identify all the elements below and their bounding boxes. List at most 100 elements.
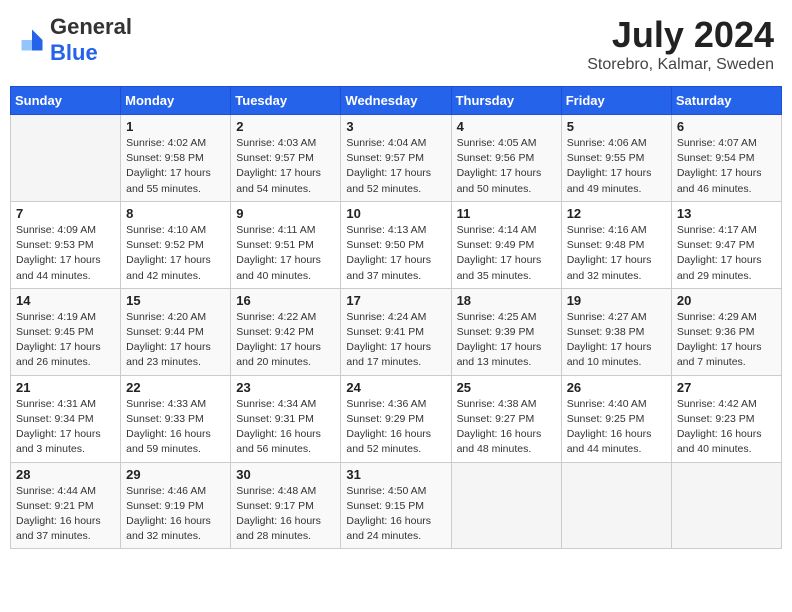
day-info: Sunrise: 4:29 AM Sunset: 9:36 PM Dayligh… [677, 310, 776, 371]
day-number: 24 [346, 380, 445, 395]
day-info: Sunrise: 4:05 AM Sunset: 9:56 PM Dayligh… [457, 136, 556, 197]
day-number: 7 [16, 206, 115, 221]
day-info: Sunrise: 4:04 AM Sunset: 9:57 PM Dayligh… [346, 136, 445, 197]
day-number: 30 [236, 467, 335, 482]
calendar-cell: 25Sunrise: 4:38 AM Sunset: 9:27 PM Dayli… [451, 375, 561, 462]
calendar-week-row: 14Sunrise: 4:19 AM Sunset: 9:45 PM Dayli… [11, 288, 782, 375]
calendar-cell: 15 Sunrise: 4:20 AM Sunset: 9:44 PM Dayli… [121, 288, 231, 375]
header-day-friday: Friday [561, 87, 671, 115]
day-info: Sunrise: 4:02 AM Sunset: 9:58 PM Dayligh… [126, 136, 225, 197]
day-info: Sunrise: 4:13 AM Sunset: 9:50 PM Dayligh… [346, 223, 445, 284]
day-number: 8 [126, 206, 225, 221]
day-info: Sunrise: 4:11 AM Sunset: 9:51 PM Dayligh… [236, 223, 335, 284]
calendar-cell: 2 Sunrise: 4:03 AM Sunset: 9:57 PM Daylig… [231, 115, 341, 202]
day-info: Sunrise: 4:44 AM Sunset: 9:21 PM Dayligh… [16, 484, 115, 545]
day-info: Sunrise: 4:07 AM Sunset: 9:54 PM Dayligh… [677, 136, 776, 197]
header-day-monday: Monday [121, 87, 231, 115]
calendar-cell [561, 462, 671, 549]
day-number: 3 [346, 119, 445, 134]
calendar-week-row: 7 Sunrise: 4:09 AM Sunset: 9:53 PM Daylig… [11, 201, 782, 288]
day-number: 2 [236, 119, 335, 134]
day-number: 13 [677, 206, 776, 221]
calendar-cell: 11 Sunrise: 4:14 AM Sunset: 9:49 PM Dayli… [451, 201, 561, 288]
day-number: 4 [457, 119, 556, 134]
calendar-cell: 21 Sunrise: 4:31 AM Sunset: 9:34 PM Dayli… [11, 375, 121, 462]
day-number: 5 [567, 119, 666, 134]
calendar-cell: 20Sunrise: 4:29 AM Sunset: 9:36 PM Dayli… [671, 288, 781, 375]
day-info: Sunrise: 4:09 AM Sunset: 9:53 PM Dayligh… [16, 223, 115, 284]
calendar-cell: 1Sunrise: 4:02 AM Sunset: 9:58 PM Daylig… [121, 115, 231, 202]
day-number: 21 [16, 380, 115, 395]
calendar-cell: 16 Sunrise: 4:22 AM Sunset: 9:42 PM Dayli… [231, 288, 341, 375]
day-info: Sunrise: 4:19 AM Sunset: 9:45 PM Dayligh… [16, 310, 115, 371]
header-day-tuesday: Tuesday [231, 87, 341, 115]
day-number: 15 [126, 293, 225, 308]
calendar-cell: 13 Sunrise: 4:17 AM Sunset: 9:47 PM Dayli… [671, 201, 781, 288]
day-number: 12 [567, 206, 666, 221]
day-info: Sunrise: 4:25 AM Sunset: 9:39 PM Dayligh… [457, 310, 556, 371]
day-info: Sunrise: 4:10 AM Sunset: 9:52 PM Dayligh… [126, 223, 225, 284]
day-number: 26 [567, 380, 666, 395]
calendar-cell: 30 Sunrise: 4:48 AM Sunset: 9:17 PM Dayli… [231, 462, 341, 549]
calendar-cell [451, 462, 561, 549]
calendar-cell: 29Sunrise: 4:46 AM Sunset: 9:19 PM Dayli… [121, 462, 231, 549]
calendar-cell: 19Sunrise: 4:27 AM Sunset: 9:38 PM Dayli… [561, 288, 671, 375]
header-day-sunday: Sunday [11, 87, 121, 115]
header: General Blue July 2024 Storebro, Kalmar,… [10, 10, 782, 78]
day-info: Sunrise: 4:27 AM Sunset: 9:38 PM Dayligh… [567, 310, 666, 371]
day-number: 18 [457, 293, 556, 308]
day-info: Sunrise: 4:31 AM Sunset: 9:34 PM Dayligh… [16, 397, 115, 458]
day-number: 6 [677, 119, 776, 134]
logo-general-text: General [50, 14, 132, 39]
day-info: Sunrise: 4:48 AM Sunset: 9:17 PM Dayligh… [236, 484, 335, 545]
day-number: 28 [16, 467, 115, 482]
calendar-cell [671, 462, 781, 549]
day-number: 31 [346, 467, 445, 482]
day-info: Sunrise: 4:14 AM Sunset: 9:49 PM Dayligh… [457, 223, 556, 284]
day-info: Sunrise: 4:03 AM Sunset: 9:57 PM Dayligh… [236, 136, 335, 197]
calendar-cell: 12 Sunrise: 4:16 AM Sunset: 9:48 PM Dayli… [561, 201, 671, 288]
calendar-cell: 28 Sunrise: 4:44 AM Sunset: 9:21 PM Dayli… [11, 462, 121, 549]
day-info: Sunrise: 4:33 AM Sunset: 9:33 PM Dayligh… [126, 397, 225, 458]
logo-icon [18, 26, 46, 54]
calendar-week-row: 28 Sunrise: 4:44 AM Sunset: 9:21 PM Dayli… [11, 462, 782, 549]
day-number: 22 [126, 380, 225, 395]
main-title: July 2024 [587, 14, 774, 56]
calendar-cell: 5Sunrise: 4:06 AM Sunset: 9:55 PM Daylig… [561, 115, 671, 202]
day-info: Sunrise: 4:24 AM Sunset: 9:41 PM Dayligh… [346, 310, 445, 371]
calendar-cell: 17 Sunrise: 4:24 AM Sunset: 9:41 PM Dayli… [341, 288, 451, 375]
day-number: 9 [236, 206, 335, 221]
header-day-saturday: Saturday [671, 87, 781, 115]
day-info: Sunrise: 4:50 AM Sunset: 9:15 PM Dayligh… [346, 484, 445, 545]
calendar-cell: 9 Sunrise: 4:11 AM Sunset: 9:51 PM Daylig… [231, 201, 341, 288]
day-number: 11 [457, 206, 556, 221]
day-info: Sunrise: 4:17 AM Sunset: 9:47 PM Dayligh… [677, 223, 776, 284]
day-info: Sunrise: 4:36 AM Sunset: 9:29 PM Dayligh… [346, 397, 445, 458]
day-number: 27 [677, 380, 776, 395]
calendar-cell: 31 Sunrise: 4:50 AM Sunset: 9:15 PM Dayli… [341, 462, 451, 549]
day-info: Sunrise: 4:16 AM Sunset: 9:48 PM Dayligh… [567, 223, 666, 284]
day-number: 17 [346, 293, 445, 308]
calendar-cell: 10 Sunrise: 4:13 AM Sunset: 9:50 PM Dayli… [341, 201, 451, 288]
day-info: Sunrise: 4:40 AM Sunset: 9:25 PM Dayligh… [567, 397, 666, 458]
header-day-wednesday: Wednesday [341, 87, 451, 115]
calendar-cell: 8 Sunrise: 4:10 AM Sunset: 9:52 PM Daylig… [121, 201, 231, 288]
day-info: Sunrise: 4:34 AM Sunset: 9:31 PM Dayligh… [236, 397, 335, 458]
calendar-cell: 7 Sunrise: 4:09 AM Sunset: 9:53 PM Daylig… [11, 201, 121, 288]
logo-blue-text: Blue [50, 40, 98, 65]
day-info: Sunrise: 4:38 AM Sunset: 9:27 PM Dayligh… [457, 397, 556, 458]
day-info: Sunrise: 4:42 AM Sunset: 9:23 PM Dayligh… [677, 397, 776, 458]
title-area: July 2024 Storebro, Kalmar, Sweden [587, 14, 774, 74]
calendar-cell: 24 Sunrise: 4:36 AM Sunset: 9:29 PM Dayli… [341, 375, 451, 462]
day-number: 10 [346, 206, 445, 221]
calendar-cell: 27 Sunrise: 4:42 AM Sunset: 9:23 PM Dayli… [671, 375, 781, 462]
calendar-cell: 4 Sunrise: 4:05 AM Sunset: 9:56 PM Daylig… [451, 115, 561, 202]
day-number: 16 [236, 293, 335, 308]
day-info: Sunrise: 4:22 AM Sunset: 9:42 PM Dayligh… [236, 310, 335, 371]
calendar-cell: 23Sunrise: 4:34 AM Sunset: 9:31 PM Dayli… [231, 375, 341, 462]
calendar-table: SundayMondayTuesdayWednesdayThursdayFrid… [10, 86, 782, 549]
logo: General Blue [18, 14, 132, 66]
header-day-thursday: Thursday [451, 87, 561, 115]
day-info: Sunrise: 4:20 AM Sunset: 9:44 PM Dayligh… [126, 310, 225, 371]
calendar-week-row: 1Sunrise: 4:02 AM Sunset: 9:58 PM Daylig… [11, 115, 782, 202]
